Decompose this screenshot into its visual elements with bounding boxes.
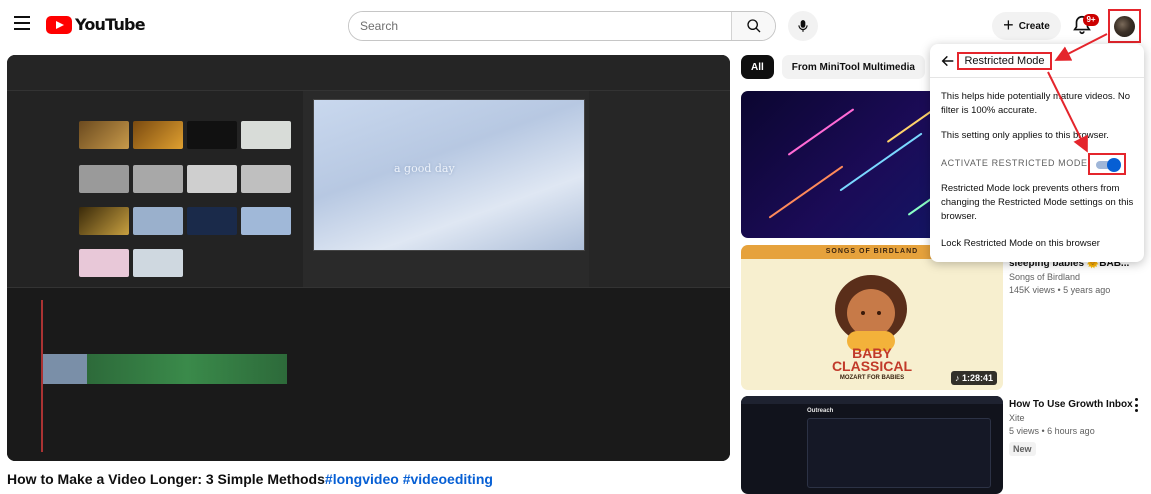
search-icon bbox=[746, 19, 760, 33]
recommendation-stats: 5 views • 6 hours ago bbox=[1009, 426, 1095, 436]
toggle-label: ACTIVATE RESTRICTED MODE bbox=[941, 158, 1088, 168]
recommendation-thumbnail-2[interactable]: SONGS OF BIRDLAND BABY CLASSICAL MOZART … bbox=[741, 245, 1003, 390]
search-box bbox=[348, 11, 776, 41]
search-input[interactable] bbox=[349, 12, 731, 40]
chip-all[interactable]: All bbox=[741, 55, 774, 79]
lock-restricted-mode-link[interactable]: Lock Restricted Mode on this browser bbox=[941, 237, 1137, 251]
video-title-text: How to Make a Video Longer: 3 Simple Met… bbox=[7, 471, 325, 487]
new-badge: New bbox=[1009, 442, 1036, 456]
avatar bbox=[1114, 15, 1135, 37]
avatar-button[interactable] bbox=[1108, 9, 1141, 43]
music-note-icon: ♪ bbox=[954, 373, 962, 383]
restricted-mode-toggle[interactable] bbox=[1088, 153, 1126, 175]
popup-title: Restricted Mode bbox=[957, 52, 1052, 70]
editor-preview: a good day bbox=[303, 91, 589, 287]
editor-properties bbox=[589, 91, 730, 287]
editor-media-panel bbox=[7, 91, 303, 287]
recommendation-meta-3: How To Use Growth Inbox Xite 5 views • 6… bbox=[1009, 399, 1133, 457]
youtube-logo[interactable]: YouTube bbox=[46, 15, 146, 34]
mic-icon bbox=[798, 20, 808, 32]
recommendation-stats: 145K views • 5 years ago bbox=[1009, 285, 1111, 295]
popup-description: This helps hide potentially mature video… bbox=[941, 91, 1131, 116]
menu-icon[interactable] bbox=[14, 16, 30, 30]
logo-text: YouTube bbox=[75, 15, 146, 34]
create-button[interactable]: + Create bbox=[992, 12, 1061, 40]
video-player[interactable]: a good day bbox=[7, 55, 730, 461]
back-arrow-icon[interactable] bbox=[940, 53, 956, 69]
recommendation-title[interactable]: How To Use Growth Inbox bbox=[1009, 399, 1133, 410]
video-title: How to Make a Video Longer: 3 Simple Met… bbox=[7, 471, 493, 487]
filter-chips: All From MiniTool Multimedia V bbox=[741, 55, 960, 79]
more-vert-icon[interactable] bbox=[1134, 398, 1138, 412]
popup-lock-description: Restricted Mode lock prevents others fro… bbox=[941, 183, 1134, 222]
youtube-logo-icon bbox=[46, 15, 72, 34]
thumb-label: Outreach bbox=[807, 408, 834, 414]
video-title-hashtags[interactable]: #longvideo #videoediting bbox=[325, 471, 493, 487]
plus-icon: + bbox=[1003, 15, 1014, 35]
recommendation-channel[interactable]: Songs of Birdland bbox=[1009, 272, 1129, 282]
video-duration: ♪ 1:28:41 bbox=[950, 371, 997, 385]
editor-timeline bbox=[7, 287, 730, 461]
timeline-playhead bbox=[41, 300, 43, 452]
restricted-mode-menu: Restricted Mode This helps hide potentia… bbox=[930, 44, 1144, 262]
editor-toolbar bbox=[7, 55, 730, 91]
recommendation-meta-2: sleeping babies 🌞BAB... Songs of Birdlan… bbox=[1009, 258, 1129, 298]
toggle-knob bbox=[1107, 158, 1121, 172]
chip-minitool[interactable]: From MiniTool Multimedia bbox=[781, 55, 925, 79]
recommendation-thumbnail-3[interactable]: Outreach bbox=[741, 396, 1003, 494]
preview-text: a good day bbox=[394, 162, 455, 175]
search-button[interactable] bbox=[731, 12, 775, 40]
recommendation-channel[interactable]: Xite bbox=[1009, 413, 1133, 423]
notification-badge: 9+ bbox=[1083, 14, 1099, 26]
popup-scope-note: This setting only applies to this browse… bbox=[941, 130, 1109, 141]
baby-illustration bbox=[835, 275, 907, 351]
popup-header: Restricted Mode bbox=[930, 44, 1144, 78]
voice-search-button[interactable] bbox=[788, 11, 818, 41]
create-label: Create bbox=[1018, 20, 1050, 32]
